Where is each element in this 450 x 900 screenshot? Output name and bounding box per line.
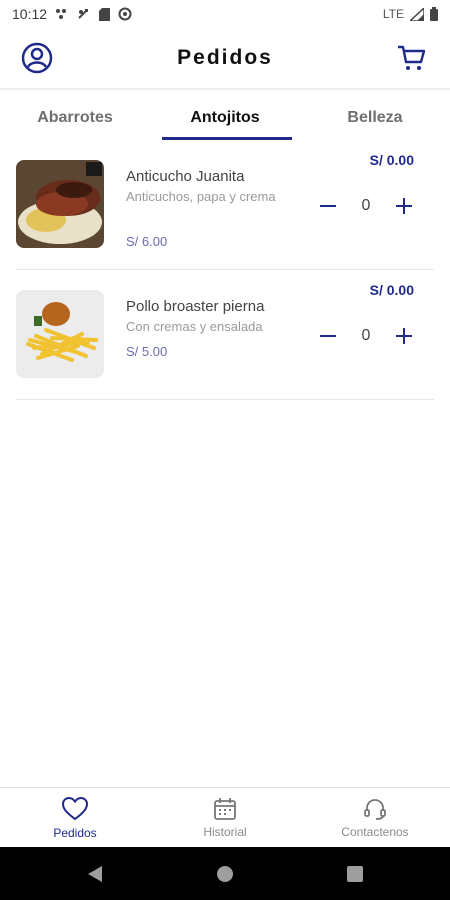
product-subtotal: S/ 0.00 bbox=[369, 152, 414, 168]
quantity-value: 0 bbox=[361, 197, 371, 214]
minus-icon bbox=[320, 335, 336, 337]
at-icon bbox=[118, 7, 132, 21]
clock: 10:12 bbox=[12, 6, 48, 22]
decrease-button[interactable] bbox=[310, 188, 346, 224]
back-icon bbox=[88, 866, 102, 882]
signal-icon bbox=[410, 7, 424, 21]
heart-icon bbox=[61, 796, 89, 821]
minus-icon bbox=[320, 205, 336, 207]
home-icon bbox=[217, 866, 233, 882]
recents-icon bbox=[347, 866, 363, 882]
product-description: Con cremas y ensalada bbox=[126, 319, 263, 334]
app-bar: Pedidos bbox=[0, 28, 450, 88]
product-image bbox=[16, 290, 104, 378]
battery-icon bbox=[430, 7, 438, 21]
cart-icon bbox=[398, 45, 426, 70]
calendar-icon bbox=[214, 798, 236, 820]
tab-belleza[interactable]: Belleza bbox=[300, 95, 450, 140]
nav-label: Pedidos bbox=[53, 826, 97, 840]
back-button[interactable] bbox=[84, 863, 106, 885]
home-button[interactable] bbox=[214, 863, 236, 885]
network-label: LTE bbox=[382, 7, 404, 21]
product-description: Anticuchos, papa y crema bbox=[126, 189, 276, 204]
product-image bbox=[16, 160, 104, 248]
nav-pedidos[interactable]: Pedidos bbox=[0, 788, 150, 848]
product-list: Anticucho Juanita Anticuchos, papa y cre… bbox=[16, 140, 434, 400]
quantity-value: 0 bbox=[361, 327, 371, 344]
app-bar-divider bbox=[0, 88, 450, 90]
headset-icon bbox=[364, 799, 386, 820]
decrease-button[interactable] bbox=[310, 318, 346, 354]
recents-button[interactable] bbox=[344, 863, 366, 885]
system-navigation-bar bbox=[0, 847, 450, 900]
sd-card-icon bbox=[99, 7, 111, 21]
category-tabs: Abarrotes Antojitos Belleza bbox=[0, 95, 450, 140]
tab-antojitos[interactable]: Antojitos bbox=[150, 95, 300, 140]
bottom-navigation: Pedidos Historial Contactenos bbox=[0, 787, 450, 847]
status-bar: 10:12 LTE bbox=[0, 0, 450, 28]
list-item[interactable]: Pollo broaster pierna Con cremas y ensal… bbox=[16, 270, 434, 400]
nav-label: Historial bbox=[203, 825, 247, 839]
product-subtotal: S/ 0.00 bbox=[369, 282, 414, 298]
tab-abarrotes[interactable]: Abarrotes bbox=[0, 95, 150, 140]
sync-icon bbox=[78, 9, 89, 19]
nav-label: Contactenos bbox=[341, 825, 409, 839]
increase-button[interactable] bbox=[386, 318, 422, 354]
list-item[interactable]: Anticucho Juanita Anticuchos, papa y cre… bbox=[16, 140, 434, 270]
notification-icon bbox=[56, 9, 67, 19]
increase-button[interactable] bbox=[386, 188, 422, 224]
cart-button[interactable] bbox=[394, 41, 428, 75]
product-name: Anticucho Juanita bbox=[126, 168, 245, 185]
quantity-stepper: 0 bbox=[310, 318, 422, 354]
product-name: Pollo broaster pierna bbox=[126, 298, 265, 315]
product-price: S/ 5.00 bbox=[126, 344, 168, 359]
nav-historial[interactable]: Historial bbox=[150, 788, 300, 848]
product-price: S/ 6.00 bbox=[126, 234, 168, 249]
plus-icon bbox=[396, 328, 412, 344]
page-title: Pedidos bbox=[177, 46, 273, 69]
plus-icon bbox=[396, 198, 412, 214]
quantity-stepper: 0 bbox=[310, 188, 422, 224]
nav-contactenos[interactable]: Contactenos bbox=[300, 788, 450, 848]
